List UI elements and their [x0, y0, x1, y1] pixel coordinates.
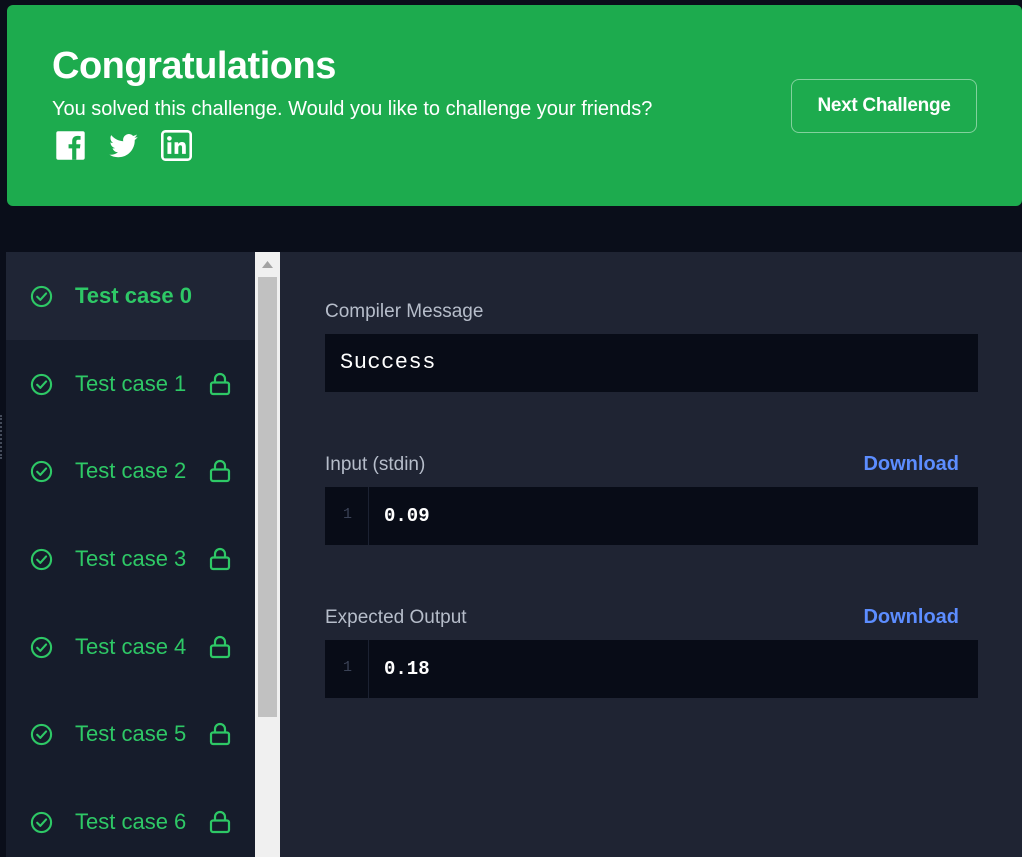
input-download-link[interactable]: Download: [863, 453, 959, 476]
test-case-item-0[interactable]: Test case 0: [6, 252, 255, 340]
test-case-item-3[interactable]: Test case 3: [6, 515, 255, 603]
linkedin-icon[interactable]: [161, 130, 192, 161]
test-case-label: Test case 3: [75, 546, 187, 571]
twitter-icon[interactable]: [108, 130, 139, 161]
compiler-message-text: Success: [340, 350, 436, 375]
lock-icon: [209, 635, 231, 659]
lock-icon: [209, 547, 231, 571]
lock-icon: [209, 722, 231, 746]
test-case-item-5[interactable]: Test case 5: [6, 690, 255, 778]
test-case-label: Test case 1: [75, 371, 187, 396]
test-case-item-4[interactable]: Test case 4: [6, 603, 255, 691]
input-value: 0.09: [384, 505, 430, 527]
facebook-icon[interactable]: [55, 130, 86, 161]
check-circle-icon: [30, 548, 53, 570]
banner-title: Congratulations: [52, 45, 336, 87]
resize-handle[interactable]: [0, 415, 3, 459]
app-root: Congratulations You solved this challeng…: [0, 0, 1022, 857]
banner-subtitle: You solved this challenge. Would you lik…: [52, 98, 653, 120]
lock-icon: [209, 372, 231, 396]
lock-icon: [209, 459, 231, 483]
sidebar-scrollbar[interactable]: [255, 252, 280, 857]
compiler-message-box: Success: [325, 334, 978, 392]
output-value: 0.18: [384, 658, 430, 680]
expected-output-label: Expected Output: [325, 607, 467, 628]
success-banner: Congratulations You solved this challeng…: [7, 5, 1022, 206]
check-circle-icon: [30, 460, 53, 482]
test-case-item-6[interactable]: Test case 6: [6, 778, 255, 857]
check-circle-icon: [30, 373, 53, 395]
input-label: Input (stdin): [325, 454, 426, 475]
line-number: 1: [343, 506, 353, 523]
check-circle-icon: [30, 285, 53, 307]
test-case-list: Test case 0 Test case 1 Test case 2 Test…: [6, 252, 255, 857]
line-gutter: 1: [325, 487, 369, 545]
test-case-label: Test case 2: [75, 458, 187, 483]
test-case-label: Test case 0: [75, 283, 193, 308]
check-circle-icon: [30, 723, 53, 745]
test-case-item-2[interactable]: Test case 2: [6, 427, 255, 515]
next-challenge-button[interactable]: Next Challenge: [791, 79, 977, 133]
social-share-group: [55, 130, 192, 161]
output-code-box: 1 0.18: [325, 640, 978, 698]
output-download-link[interactable]: Download: [863, 606, 959, 629]
test-case-label: Test case 4: [75, 634, 187, 659]
lock-icon: [209, 810, 231, 834]
line-gutter: 1: [325, 640, 369, 698]
scroll-up-arrow-icon[interactable]: [255, 252, 280, 277]
input-code-box: 1 0.09: [325, 487, 978, 545]
compiler-message-label: Compiler Message: [325, 301, 484, 322]
check-circle-icon: [30, 636, 53, 658]
test-case-item-1[interactable]: Test case 1: [6, 340, 255, 428]
scrollbar-thumb[interactable]: [258, 277, 277, 717]
line-number: 1: [343, 659, 353, 676]
test-result-panel: Compiler Message Success Input (stdin) D…: [280, 252, 1022, 857]
test-case-label: Test case 5: [75, 721, 187, 746]
check-circle-icon: [30, 811, 53, 833]
test-case-label: Test case 6: [75, 809, 187, 834]
